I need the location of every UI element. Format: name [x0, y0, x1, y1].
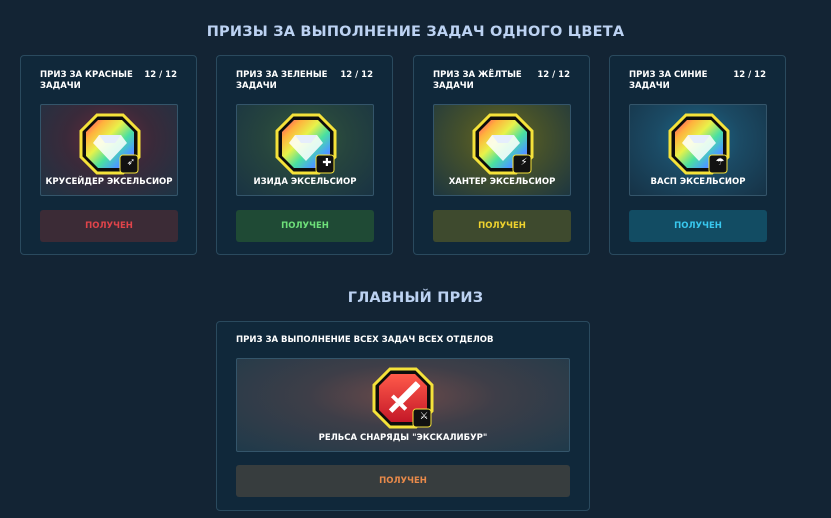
prize-preview[interactable]: ✚ ИЗИДА ЭКСЕЛЬСИОР	[236, 104, 374, 196]
status-received-button[interactable]: ПОЛУЧЕН	[629, 210, 767, 242]
card-heading: ПРИЗ ЗА КРАСНЫЕ ЗАДАЧИ	[40, 70, 133, 91]
section-title-color-prizes: ПРИЗЫ ЗА ВЫПОЛНЕНИЕ ЗАДАЧ ОДНОГО ЦВЕТА	[206, 24, 625, 40]
main-prize-card: ПРИЗ ЗА ВЫПОЛНЕНИЕ ВСЕХ ЗАДАЧ ВСЕХ ОТДЕЛ…	[216, 321, 590, 511]
status-received-button[interactable]: ПОЛУЧЕН	[433, 210, 571, 242]
card-heading: ПРИЗ ЗА ЗЕЛЕНЫЕ ЗАДАЧИ	[236, 70, 328, 91]
umbrella-icon: ☂	[715, 157, 725, 168]
prize-card-green: ПРИЗ ЗА ЗЕЛЕНЫЕ ЗАДАЧИ 12 / 12 ✚ ИЗИДА Э…	[216, 55, 393, 255]
card-heading: ПРИЗ ЗА ВЫПОЛНЕНИЕ ВСЕХ ЗАДАЧ ВСЕХ ОТДЕЛ…	[236, 335, 494, 345]
lightning-icon: ⚡	[520, 157, 528, 168]
prize-card-blue: ПРИЗ ЗА СИНИЕ ЗАДАЧИ 12 / 12 ☂ ВАСП ЭКСЕ…	[609, 55, 786, 255]
card-heading: ПРИЗ ЗА СИНИЕ ЗАДАЧИ	[629, 70, 708, 91]
progress-count: 12 / 12	[340, 70, 373, 80]
status-received-button[interactable]: ПОЛУЧЕН	[40, 210, 178, 242]
prize-name: КРУСЕЙДЕР ЭКСЕЛЬСИОР	[45, 177, 173, 187]
prize-name: ХАНТЕР ЭКСЕЛЬСИОР	[448, 177, 556, 187]
section-title-main-prize: ГЛАВНЫЙ ПРИЗ	[347, 290, 484, 306]
plus-icon: ✚	[322, 156, 332, 169]
prize-preview[interactable]: ⚡ ХАНТЕР ЭКСЕЛЬСИОР	[433, 104, 571, 196]
prize-name: РЕЛЬСА СНАРЯДЫ "ЭКСКАЛИБУР"	[318, 433, 488, 443]
prize-preview[interactable]: ⚔ РЕЛЬСА СНАРЯДЫ "ЭКСКАЛИБУР"	[236, 358, 570, 452]
prize-name: ИЗИДА ЭКСЕЛЬСИОР	[253, 177, 357, 187]
sword-icon: ⚔	[419, 411, 429, 422]
progress-count: 12 / 12	[733, 70, 766, 80]
prize-preview[interactable]: ☂ ВАСП ЭКСЕЛЬСИОР	[629, 104, 767, 196]
prize-name: ВАСП ЭКСЕЛЬСИОР	[650, 177, 746, 187]
wing-icon: ➶	[126, 157, 136, 168]
progress-count: 12 / 12	[537, 70, 570, 80]
prize-preview[interactable]: ➶ КРУСЕЙДЕР ЭКСЕЛЬСИОР	[40, 104, 178, 196]
progress-count: 12 / 12	[144, 70, 177, 80]
status-received-button[interactable]: ПОЛУЧЕН	[236, 465, 570, 497]
card-heading: ПРИЗ ЗА ЖЁЛТЫЕ ЗАДАЧИ	[433, 70, 522, 91]
prize-card-yellow: ПРИЗ ЗА ЖЁЛТЫЕ ЗАДАЧИ 12 / 12 ⚡ ХАНТЕР Э…	[413, 55, 590, 255]
status-received-button[interactable]: ПОЛУЧЕН	[236, 210, 374, 242]
prize-card-red: ПРИЗ ЗА КРАСНЫЕ ЗАДАЧИ 12 / 12 ➶ КРУСЕЙД…	[20, 55, 197, 255]
